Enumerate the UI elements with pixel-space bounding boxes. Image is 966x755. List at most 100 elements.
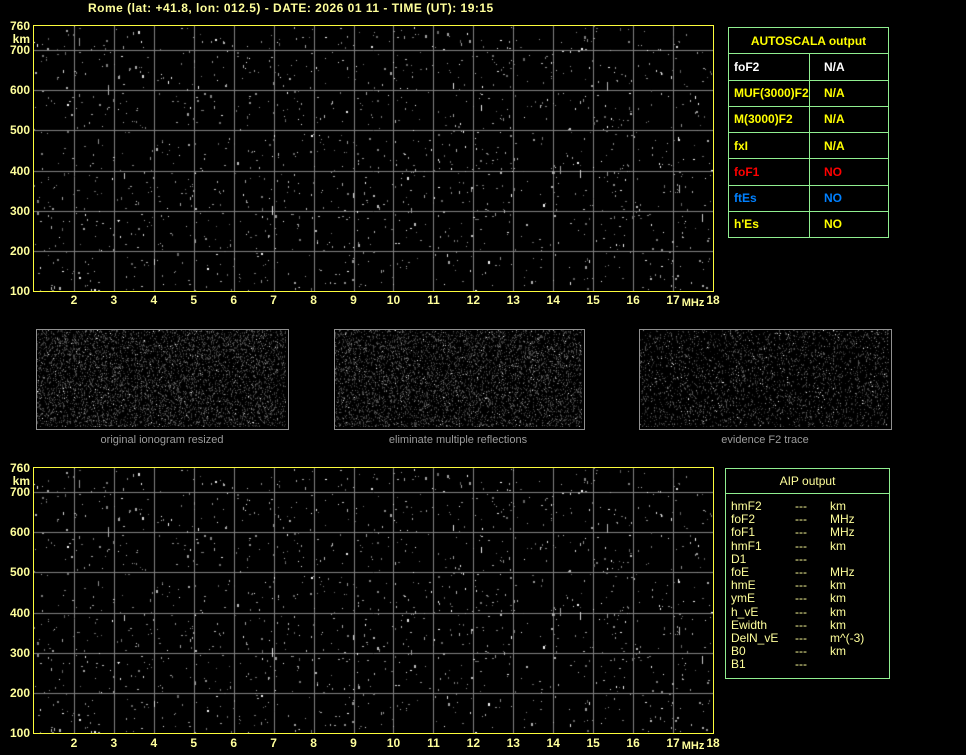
x-tick-label: 11 [427, 293, 440, 307]
panel-caption-evidence: evidence F2 trace [721, 434, 809, 446]
y-axis-labels-top: 760 700 600 500 400 300 200 100 km [0, 19, 31, 298]
x-tick-label: 11 [427, 736, 440, 750]
x-tick-label: 3 [110, 293, 118, 307]
y-tick-label: 500 [9, 565, 30, 580]
aip-value: --- [795, 617, 807, 632]
aip-parameter: hmE [731, 578, 756, 593]
x-tick-label: 5 [190, 736, 198, 750]
x-tick-label: 16 [626, 293, 640, 307]
y-tick-label: 100 [9, 284, 30, 298]
x-tick-label: 12 [466, 736, 481, 750]
parameter-label: ftEs [729, 185, 810, 211]
parameter-value: N/A [824, 112, 845, 127]
x-tick-label: 18 [706, 736, 720, 750]
aip-value: --- [795, 512, 807, 527]
aip-unit: m^(-3) [830, 630, 865, 645]
x-tick-label: 9 [350, 736, 357, 750]
y-tick-label: 200 [9, 243, 30, 258]
parameter-value: N/A [824, 59, 845, 74]
y-tick-label: 760 [9, 461, 30, 475]
parameter-label: fxI [729, 133, 810, 159]
ionogram-canvas-top [34, 26, 713, 291]
parameter-value: NO [824, 191, 842, 206]
aip-parameter: D1 [731, 551, 747, 566]
ionogram-plot-top [33, 25, 714, 292]
x-tick-label: 5 [190, 293, 198, 307]
autoscala-row-muf3000f2: MUF(3000)F2 N/A [729, 79, 888, 106]
x-tick-label: 8 [310, 293, 317, 307]
aip-output-table: AIP output hmF2 --- km foF2 --- MHz foF1 --- MHz… [725, 468, 890, 679]
y-axis-labels-bottom: 760 700 600 500 400 300 200 100 km [0, 461, 31, 740]
x-axis-unit-label: MHz [681, 740, 705, 752]
parameter-label: h'Es [729, 211, 810, 237]
aip-parameter: B1 [731, 657, 746, 672]
aip-parameter: hmF1 [731, 538, 762, 553]
panel-original-ionogram [36, 329, 289, 430]
x-tick-label: 8 [310, 736, 317, 750]
panel-evidence-f2-trace [639, 329, 892, 430]
y-tick-label: 760 [9, 19, 30, 33]
x-tick-label: 2 [70, 293, 78, 307]
parameter-label: M(3000)F2 [729, 106, 810, 132]
aip-row-fof1: foF1 --- MHz [726, 526, 889, 539]
aip-value: --- [795, 630, 807, 645]
x-tick-label: 6 [230, 293, 238, 307]
aip-unit: MHz [830, 525, 855, 540]
aip-parameter: DelN_vE [731, 630, 779, 645]
aip-unit: km [830, 499, 846, 513]
x-tick-label: 2 [70, 736, 78, 750]
aip-unit: MHz [830, 512, 855, 527]
panel-canvas-evidence [640, 330, 889, 427]
x-tick-label: 10 [386, 736, 401, 750]
station-date-time-header: Rome (lat: +41.8, lon: 012.5) - DATE: 20… [88, 1, 494, 15]
aip-unit: km [830, 644, 846, 659]
autoscala-table-title: AUTOSCALA output [750, 33, 867, 48]
aip-row-d1: D1 --- [726, 551, 889, 566]
aip-table-rows: hmF2 --- km foF2 --- MHz foF1 --- MHz hmF1 --- km D1… [726, 494, 889, 671]
aip-value: --- [795, 564, 807, 579]
aip-parameter: Ewidth [731, 617, 768, 632]
y-tick-label: 400 [9, 605, 30, 620]
aip-value: --- [795, 604, 807, 619]
x-tick-label: 14 [546, 736, 560, 750]
aip-parameter: B0 [731, 644, 746, 659]
x-tick-label: 3 [110, 736, 118, 750]
aip-row-b0: B0 --- km [726, 645, 889, 658]
parameter-value: NO [824, 217, 842, 232]
x-tick-label: 4 [150, 736, 158, 750]
x-tick-label: 17 [666, 293, 680, 307]
autoscala-row-fof2: foF2 N/A [729, 53, 888, 80]
aip-parameter: foE [731, 564, 750, 579]
aip-parameter: h_vE [731, 604, 759, 619]
autoscala-row-fof1: foF1 NO [729, 158, 888, 185]
x-tick-label: 15 [586, 293, 600, 307]
autoscala-row-fxi: fxI N/A [729, 132, 888, 159]
y-axis-unit-label: km [12, 32, 30, 46]
autoscala-app-window: Rome (lat: +41.8, lon: 012.5) - DATE: 20… [0, 0, 966, 755]
x-tick-label: 12 [466, 293, 481, 307]
panel-canvas-eliminate [335, 330, 582, 427]
x-tick-label: 10 [386, 293, 401, 307]
y-tick-label: 500 [9, 123, 30, 138]
autoscala-row-hes: h'Es NO [729, 210, 888, 237]
x-axis-labels-bottom: 2 3 4 5 6 7 8 9 10 11 12 13 14 15 16 17 18 MHz [34, 735, 720, 752]
aip-parameter: hmF2 [731, 499, 762, 513]
x-tick-label: 7 [270, 293, 277, 307]
aip-parameter: ymE [731, 591, 755, 606]
x-tick-label: 6 [230, 736, 238, 750]
aip-value: --- [795, 644, 807, 659]
aip-value: --- [795, 499, 807, 513]
y-tick-label: 300 [9, 645, 30, 660]
y-tick-label: 600 [9, 83, 30, 98]
x-tick-label: 14 [546, 293, 560, 307]
aip-parameter: foF2 [731, 512, 756, 527]
panel-canvas-original [37, 330, 286, 427]
autoscala-output-table: AUTOSCALA output foF2 N/A MUF(3000)F2 N/A M(… [728, 27, 889, 238]
autoscala-row-ftes: ftEs NO [729, 184, 888, 211]
aip-unit: MHz [830, 564, 855, 579]
aip-unit: km [830, 591, 846, 606]
panel-caption-eliminate: eliminate multiple reflections [388, 434, 528, 446]
ionogram-plot-bottom [33, 467, 714, 734]
x-tick-label: 9 [350, 293, 357, 307]
y-tick-label: 200 [9, 685, 30, 700]
